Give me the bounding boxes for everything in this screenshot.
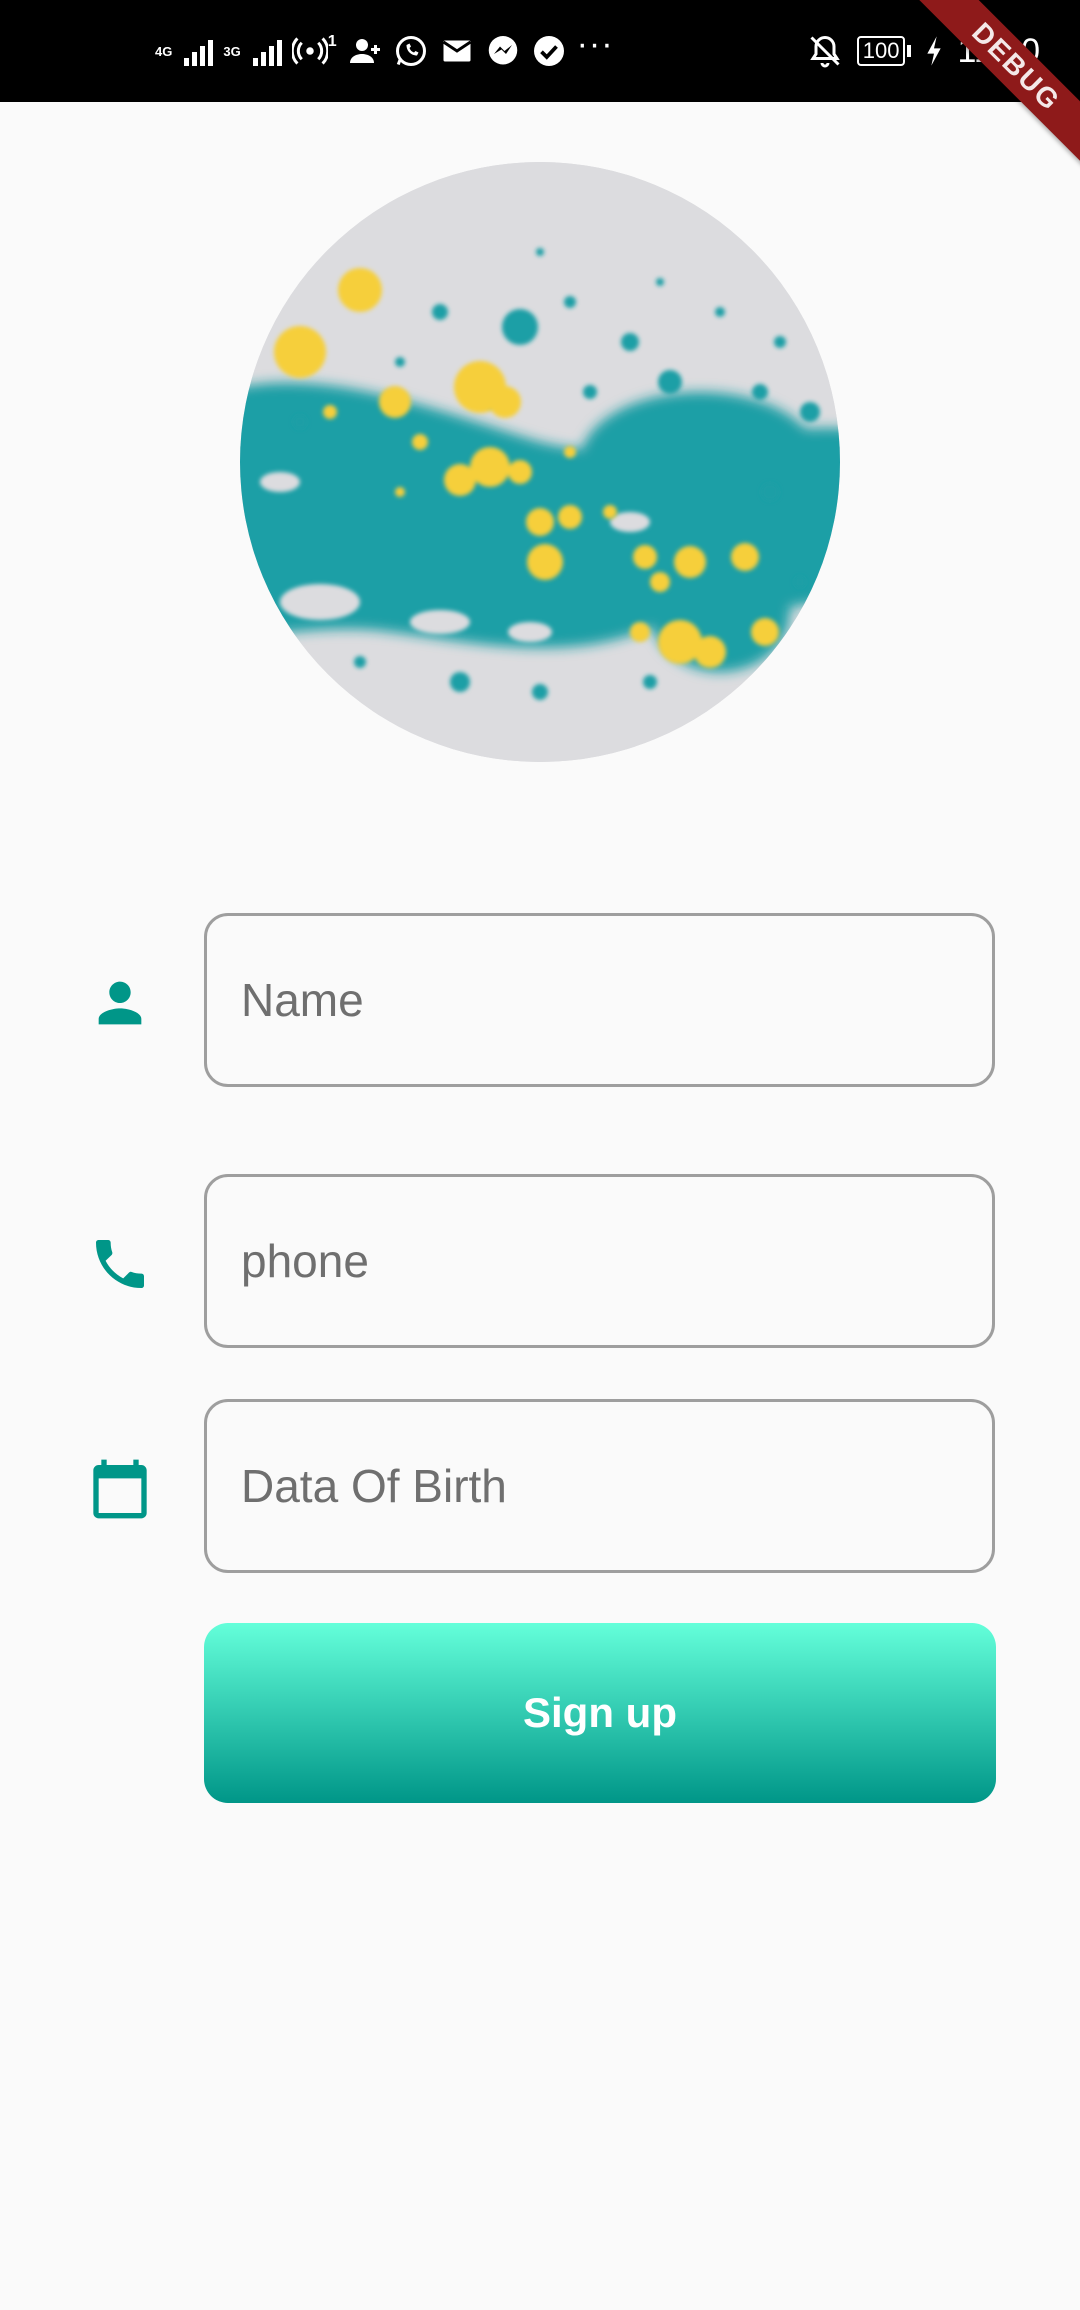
signal-icon [184, 36, 214, 66]
name-row [0, 913, 1080, 1089]
more-icon: ··· [576, 25, 614, 63]
mail-icon [439, 33, 475, 69]
status-bar-right: 100 11:40 [807, 0, 1040, 102]
signup-button[interactable]: Sign up [204, 1623, 996, 1803]
check-circle-icon [531, 33, 567, 69]
dob-field[interactable] [204, 1399, 995, 1573]
dob-row [0, 1399, 1080, 1575]
phone-field[interactable] [204, 1174, 995, 1348]
battery-level: 100 [856, 36, 906, 66]
network-3g-label: 3G [223, 43, 241, 59]
signal-icon [252, 36, 282, 66]
network-4g-label: 4G [155, 43, 173, 59]
phone-row [0, 1174, 1080, 1350]
notifications-off-icon [807, 33, 843, 69]
whatsapp-icon [393, 33, 429, 69]
hotspot-icon [291, 33, 328, 69]
hotspot-count: 1 [327, 33, 337, 50]
person-add-icon [347, 33, 383, 69]
calendar-icon [88, 1457, 152, 1521]
network-type-label-2: 3G [223, 45, 240, 58]
charging-icon [925, 33, 943, 69]
battery-icon: 100 [856, 36, 912, 66]
network-type-label: 4G [155, 45, 172, 58]
status-bar-left: 4G 3G 1 ··· [155, 0, 614, 102]
name-field[interactable] [204, 913, 995, 1087]
profile-image[interactable] [240, 162, 840, 762]
clock: 11:40 [957, 31, 1040, 70]
person-icon [88, 971, 152, 1035]
phone-icon [88, 1232, 152, 1296]
messenger-icon [485, 33, 521, 69]
status-bar: 4G 3G 1 ··· 100 11:40 [0, 0, 1080, 102]
